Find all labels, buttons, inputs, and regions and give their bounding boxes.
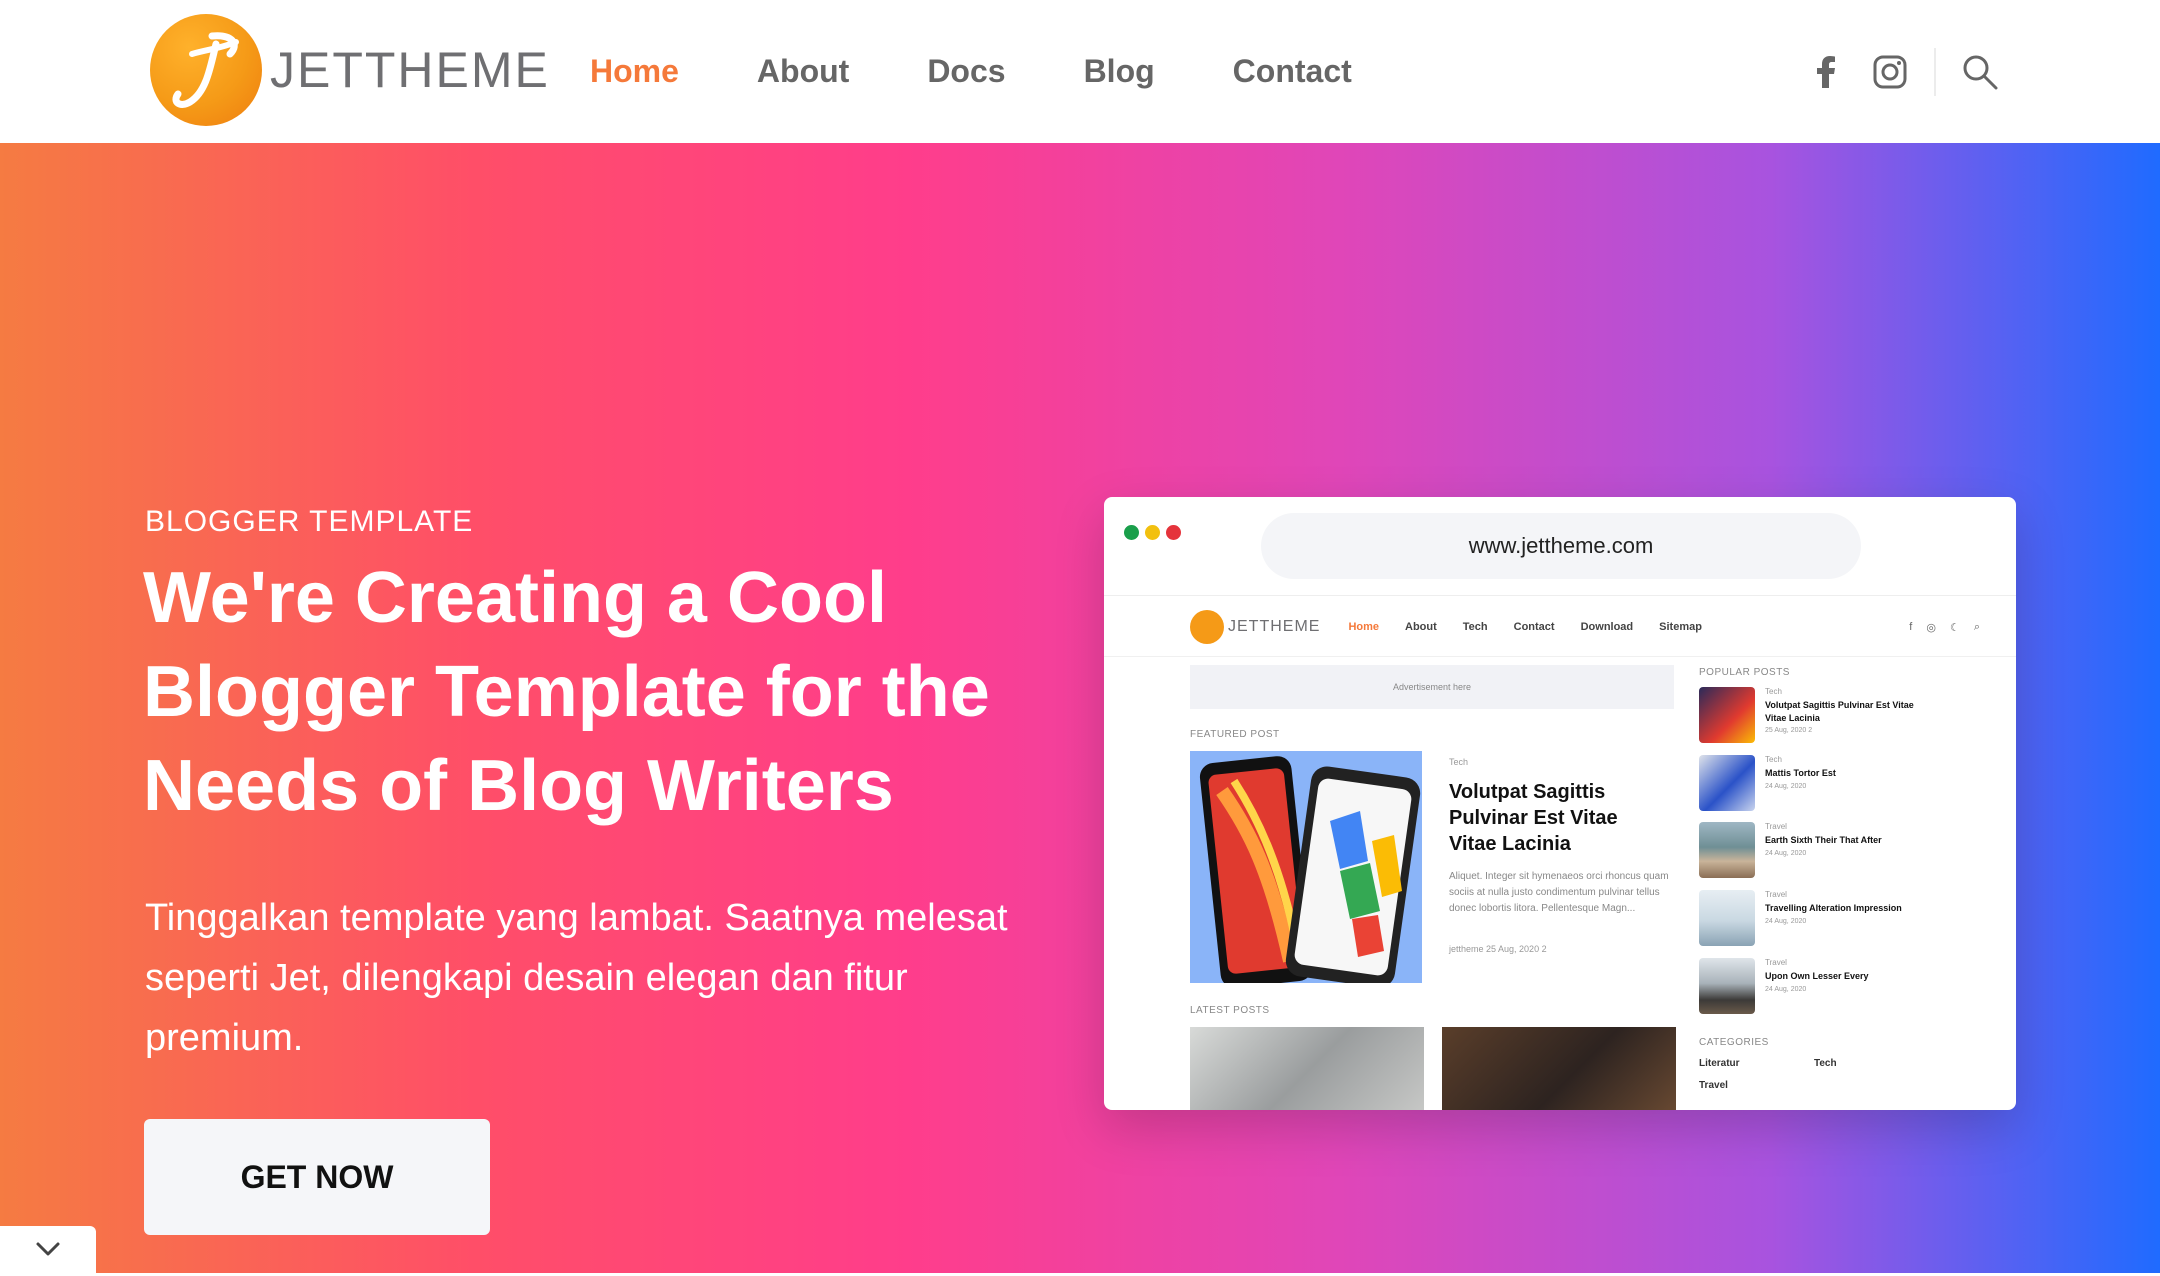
category-item: Tech — [1814, 1058, 1837, 1069]
window-controls — [1124, 525, 1187, 540]
popular-post-thumb — [1699, 822, 1755, 878]
featured-image — [1190, 751, 1422, 983]
header-divider — [1934, 47, 1936, 96]
red-dot-icon — [1166, 525, 1181, 540]
popular-post-meta: 24 Aug, 2020 — [1765, 986, 1807, 993]
category-item: Literatur — [1699, 1058, 1740, 1069]
mockup-logo-icon — [1190, 610, 1224, 644]
hero-lead: Tinggalkan template yang lambat. Saatnya… — [145, 897, 1008, 1059]
featured-category: Tech — [1449, 757, 1469, 767]
popular-post-item: Tech Mattis Tortor Est 24 Aug, 2020 — [1699, 755, 1999, 813]
instagram-icon[interactable] — [1870, 52, 1910, 92]
popular-post-meta: 25 Aug, 2020 2 — [1765, 727, 1813, 734]
site-header: JETTHEME Home About Docs Blog Contact — [0, 0, 2160, 143]
latest-label: LATEST POSTS — [1190, 1005, 1270, 1016]
featured-excerpt: Aliquet. Integer sit hymenaeos orci rhon… — [1449, 871, 1669, 914]
popular-post-meta: 24 Aug, 2020 — [1765, 783, 1807, 790]
popular-post-thumb — [1699, 755, 1755, 811]
yellow-dot-icon — [1145, 525, 1160, 540]
mockup-nav-item: About — [1405, 621, 1437, 633]
popular-post-thumb — [1699, 687, 1755, 743]
popular-post-item: Travel Travelling Alteration Impression … — [1699, 890, 1999, 948]
popular-post-thumb — [1699, 890, 1755, 946]
scroll-toggle-tab[interactable] — [0, 1226, 96, 1276]
nav-docs[interactable]: Docs — [927, 53, 1005, 90]
popular-post-category: Travel — [1765, 958, 1787, 967]
popular-post-title: Travelling Alteration Impression — [1765, 903, 1902, 913]
logo-text: JETTHEME — [270, 42, 550, 98]
hero-section: BLOGGER TEMPLATE We're Creating a Cool B… — [0, 143, 2160, 1273]
category-item: Travel — [1699, 1080, 1728, 1091]
popular-post-category: Travel — [1765, 890, 1787, 899]
hero-eyebrow: BLOGGER TEMPLATE — [145, 505, 474, 538]
mockup-ad-banner: Advertisement here — [1190, 665, 1674, 709]
featured-title: Volutpat Sagittis Pulvinar Est Vitae Vit… — [1449, 781, 1618, 855]
mockup-facebook-icon: f — [1909, 620, 1913, 633]
popular-post-title: Upon Own Lesser Every — [1765, 971, 1869, 981]
popular-label: POPULAR POSTS — [1699, 667, 1790, 678]
popular-post-item: Travel Upon Own Lesser Every 24 Aug, 202… — [1699, 958, 1999, 1016]
nav-home[interactable]: Home — [590, 53, 679, 90]
popular-post-title: Mattis Tortor Est — [1765, 768, 1836, 778]
nav-blog[interactable]: Blog — [1084, 53, 1155, 90]
popular-post-thumb — [1699, 958, 1755, 1014]
site-logo[interactable]: JETTHEME — [150, 14, 550, 126]
popular-post-meta: 24 Aug, 2020 — [1765, 918, 1807, 925]
mockup-nav-item: Home — [1348, 621, 1380, 633]
nav-contact[interactable]: Contact — [1233, 53, 1352, 90]
popular-post-category: Tech — [1765, 687, 1782, 696]
green-dot-icon — [1124, 525, 1139, 540]
browser-mockup: www.jettheme.com JETTHEME Home About Tec… — [1104, 497, 2016, 1110]
popular-post-title: Earth Sixth Their That After — [1765, 835, 1882, 845]
main-nav: Home About Docs Blog Contact — [590, 0, 1430, 143]
mockup-instagram-icon: ◎ — [1926, 621, 1936, 634]
latest-post-thumb — [1190, 1027, 1424, 1110]
popular-post-item: Travel Earth Sixth Their That After 24 A… — [1699, 822, 1999, 880]
chevron-down-icon — [35, 1241, 61, 1262]
mockup-nav-item: Download — [1580, 621, 1634, 633]
mockup-url-bar: www.jettheme.com — [1261, 513, 1861, 579]
popular-post-title: Volutpat Sagittis Pulvinar Est Vitae Vit… — [1765, 700, 1914, 723]
facebook-icon[interactable] — [1806, 52, 1846, 92]
mockup-logo-text: JETTHEME — [1228, 618, 1321, 635]
popular-post-item: Tech Volutpat Sagittis Pulvinar Est Vita… — [1699, 687, 1999, 745]
search-icon[interactable] — [1960, 52, 2000, 92]
mockup-nav-item: Contact — [1513, 621, 1555, 633]
popular-post-category: Travel — [1765, 822, 1787, 831]
categories-label: CATEGORIES — [1699, 1037, 1769, 1048]
mockup-search-icon: ⌕ — [1973, 620, 1980, 633]
featured-label: FEATURED POST — [1190, 729, 1280, 740]
get-now-button[interactable]: GET NOW — [144, 1119, 490, 1235]
jet-logo-icon — [150, 14, 262, 126]
popular-post-category: Tech — [1765, 755, 1782, 764]
featured-meta: jettheme 25 Aug, 2020 2 — [1449, 944, 1547, 954]
mockup-icons: f ◎ ☾ ⌕ — [1895, 621, 1980, 634]
mockup-moon-icon: ☾ — [1949, 621, 1960, 634]
latest-post-thumb — [1442, 1027, 1676, 1110]
mockup-nav: Home About Tech Contact Download Sitemap — [1348, 621, 1728, 633]
mockup-header: JETTHEME Home About Tech Contact Downloa… — [1190, 601, 1980, 653]
hero-headline: We're Creating a Cool Blogger Template f… — [143, 558, 990, 826]
mockup-header-divider — [1104, 656, 2016, 657]
popular-post-meta: 24 Aug, 2020 — [1765, 850, 1807, 857]
mockup-nav-item: Sitemap — [1659, 621, 1702, 633]
header-icons — [1782, 0, 2000, 143]
nav-about[interactable]: About — [757, 53, 849, 90]
mockup-nav-item: Tech — [1462, 621, 1488, 633]
mockup-divider — [1104, 595, 2016, 596]
